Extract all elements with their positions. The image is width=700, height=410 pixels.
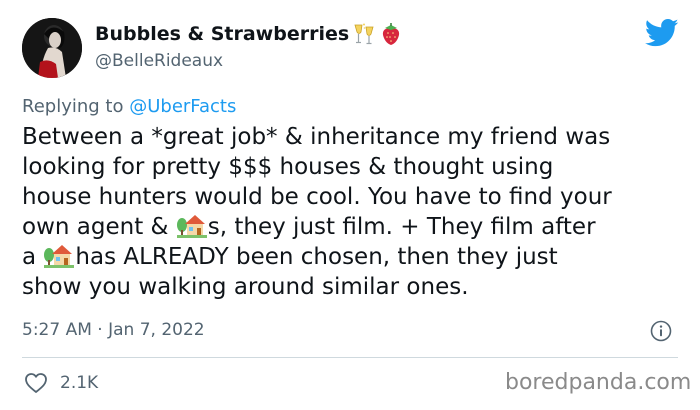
tweet-line-segment: has ALREADY been chosen, then they just	[75, 244, 558, 270]
tweet-line: looking for pretty $$$ houses & thought …	[22, 154, 554, 180]
tweet-line: own agent & s, they just film. + They fi…	[22, 212, 692, 242]
tweet-line-segment: own agent &	[22, 214, 176, 240]
tweet-line-segment: a	[22, 244, 44, 270]
tweet-line: house hunters would be cool. You have to…	[22, 184, 612, 210]
source-watermark: boredpanda.com	[505, 370, 692, 395]
name-emojis	[352, 22, 402, 46]
reply-mention-link[interactable]: @UberFacts	[129, 96, 236, 117]
tweet-text: Between a *great job* & inheritance my f…	[22, 122, 692, 302]
info-icon[interactable]	[650, 320, 672, 342]
like-button[interactable]: 2.1K	[24, 372, 98, 394]
replying-to: Replying to @UberFacts	[22, 95, 236, 119]
tweet-timestamp[interactable]: 5:27 AM · Jan 7, 2022	[22, 318, 205, 342]
champagne-glasses-icon	[354, 23, 374, 45]
house-with-garden-icon	[176, 215, 207, 238]
user-handle[interactable]: @BelleRideaux	[95, 50, 223, 72]
tweet-line: a has ALREADY been chosen, then they jus…	[22, 242, 692, 272]
tweet-card: Bubbles & Strawberries @BelleRideaux Rep…	[0, 0, 700, 410]
strawberry-icon	[382, 23, 400, 45]
tweet-line: Between a *great job* & inheritance my f…	[22, 124, 611, 150]
display-name[interactable]: Bubbles & Strawberries	[95, 22, 349, 46]
divider	[22, 357, 678, 358]
twitter-bird-icon[interactable]	[645, 18, 679, 48]
house-with-garden-icon	[44, 245, 75, 268]
tweet-line: show you walking around similar ones.	[22, 274, 469, 300]
replying-to-label: Replying to	[22, 96, 124, 117]
tweet-line-segment: s, they just film. + They film after	[207, 214, 596, 240]
avatar-image	[22, 18, 82, 78]
avatar[interactable]	[22, 18, 82, 78]
like-count: 2.1K	[60, 373, 99, 393]
heart-icon[interactable]	[24, 372, 48, 394]
